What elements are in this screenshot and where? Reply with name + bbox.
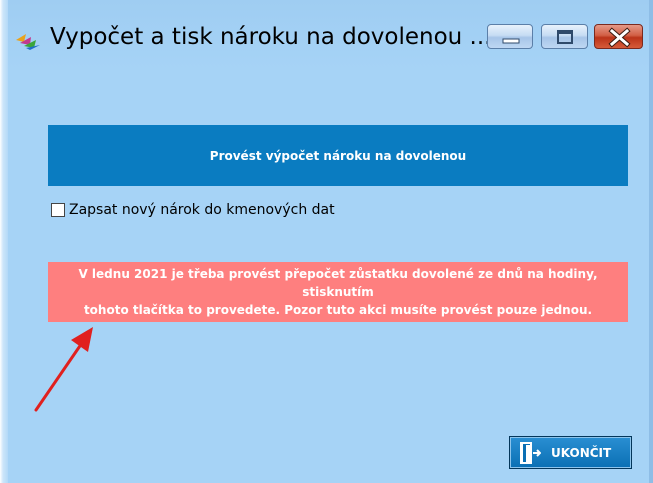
warning-line-1: V lednu 2021 je třeba provést přepočet z… <box>78 267 598 299</box>
write-entitlement-label[interactable]: Zapsat nový nárok do kmenových dat <box>69 202 335 218</box>
window-title: Vypočet a tisk nároku na dovolenou ... <box>50 24 492 50</box>
write-entitlement-checkbox[interactable] <box>51 203 65 217</box>
exit-label: UKONČIT <box>551 445 612 460</box>
minimize-icon <box>502 38 520 44</box>
red-arrow-annotation <box>34 327 93 412</box>
exit-button[interactable]: UKONČIT <box>509 436 632 469</box>
convert-balance-button[interactable]: V lednu 2021 je třeba provést přepočet z… <box>48 262 628 322</box>
close-button[interactable] <box>594 24 643 49</box>
warning-line-2: tohoto tlačítka to provedete. Pozor tuto… <box>83 303 593 317</box>
write-entitlement-checkbox-row[interactable]: Zapsat nový nárok do kmenových dat <box>51 201 335 219</box>
minimize-button[interactable] <box>487 24 533 49</box>
maximize-icon <box>557 30 573 44</box>
title-bar[interactable]: Vypočet a tisk nároku na dovolenou ... <box>0 0 653 58</box>
dialog-window: Vypočet a tisk nároku na dovolenou ... P… <box>0 0 653 483</box>
close-icon <box>608 27 631 48</box>
calculate-entitlement-button[interactable]: Provést výpočet nároku na dovolenou <box>48 125 628 186</box>
exit-door-icon <box>520 441 541 464</box>
calculate-entitlement-label: Provést výpočet nároku na dovolenou <box>209 148 467 163</box>
app-leaves-icon <box>16 34 40 50</box>
window-left-edge <box>0 0 8 483</box>
maximize-button[interactable] <box>541 24 588 49</box>
